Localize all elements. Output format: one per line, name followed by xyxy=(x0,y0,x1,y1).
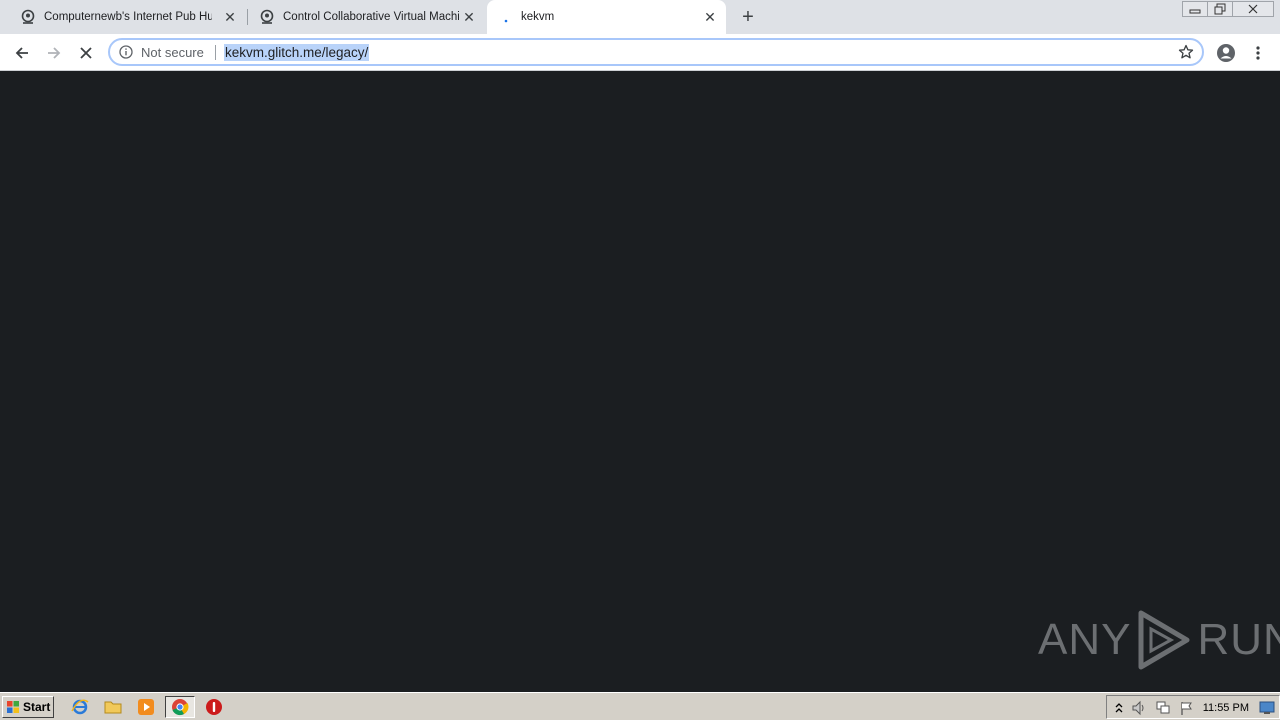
security-app-button[interactable] xyxy=(204,697,224,717)
close-window-button[interactable] xyxy=(1232,1,1274,17)
chrome-taskbar-button[interactable] xyxy=(165,696,195,718)
chrome-icon xyxy=(172,699,189,716)
forward-button[interactable] xyxy=(42,41,66,65)
stop-icon xyxy=(80,47,92,59)
volume-button[interactable] xyxy=(1131,700,1147,716)
close-tab-icon[interactable]: ✕ xyxy=(702,9,718,25)
start-label: Start xyxy=(23,700,51,714)
tab-kekvm[interactable]: kekvm ✕ xyxy=(487,0,726,34)
forward-arrow-icon xyxy=(48,47,61,59)
media-player-icon xyxy=(138,699,154,715)
file-explorer-button[interactable] xyxy=(103,697,123,717)
computernewb-icon xyxy=(21,9,35,24)
menu-button[interactable] xyxy=(1246,41,1270,65)
chevron-up-icon xyxy=(1115,703,1123,713)
bookmark-star-icon[interactable] xyxy=(1178,44,1194,60)
tab-control-vm[interactable]: Control Collaborative Virtual Machine ✕ xyxy=(253,0,485,34)
page-content xyxy=(0,72,1280,692)
watermark-right-text: RUN xyxy=(1197,615,1280,664)
computernewb-icon xyxy=(260,9,274,24)
desktop-icon xyxy=(1259,701,1275,714)
stop-loading-button[interactable] xyxy=(74,41,98,65)
back-arrow-icon xyxy=(15,47,28,59)
profile-button[interactable] xyxy=(1214,41,1238,65)
divider xyxy=(215,45,216,60)
anyrun-watermark: ANY RUN xyxy=(1038,608,1280,672)
start-button[interactable]: Start xyxy=(2,696,54,718)
new-tab-button[interactable]: + xyxy=(736,5,760,29)
internet-explorer-icon xyxy=(71,699,89,715)
info-icon[interactable] xyxy=(119,45,133,59)
close-tab-icon[interactable]: ✕ xyxy=(222,9,238,25)
tab-separator xyxy=(247,9,248,25)
address-bar[interactable]: Not secure kekvm.glitch.me/legacy/ xyxy=(108,38,1204,66)
window-controls xyxy=(1182,1,1274,17)
browser-toolbar: Not secure kekvm.glitch.me/legacy/ xyxy=(0,34,1280,71)
folder-icon xyxy=(104,701,122,714)
restore-button[interactable] xyxy=(1207,1,1233,17)
internet-explorer-button[interactable] xyxy=(70,697,90,717)
loading-spinner-icon xyxy=(504,19,508,23)
play-logo-icon xyxy=(1138,610,1190,670)
flag-icon xyxy=(1181,702,1192,715)
restore-icon xyxy=(1214,3,1226,15)
more-vertical-icon xyxy=(1256,46,1260,60)
tab-strip: Computernewb's Internet Pub Hub ✕ Contro… xyxy=(0,0,1280,34)
account-icon xyxy=(1217,44,1235,62)
media-player-button[interactable] xyxy=(136,697,156,717)
taskbar: Start 11:55 PM xyxy=(0,692,1280,720)
close-tab-icon[interactable]: ✕ xyxy=(461,9,477,25)
close-icon xyxy=(1248,4,1258,14)
tab-label: Computernewb's Internet Pub Hub xyxy=(44,11,212,23)
system-tray: 11:55 PM xyxy=(1106,695,1280,719)
tab-label: Control Collaborative Virtual Machine xyxy=(283,11,459,23)
back-button[interactable] xyxy=(10,41,34,65)
clock[interactable]: 11:55 PM xyxy=(1203,702,1249,714)
alert-shield-icon xyxy=(206,699,222,715)
show-desktop-button[interactable] xyxy=(1259,700,1275,716)
minimize-icon xyxy=(1189,9,1201,14)
url-text[interactable]: kekvm.glitch.me/legacy/ xyxy=(224,44,370,61)
network-button[interactable] xyxy=(1155,700,1171,716)
minimize-button[interactable] xyxy=(1182,1,1208,17)
tab-internet-pub-hub[interactable]: Computernewb's Internet Pub Hub ✕ xyxy=(14,0,246,34)
network-icon xyxy=(1156,701,1170,714)
show-hidden-icons-button[interactable] xyxy=(1111,700,1127,716)
windows-logo-icon xyxy=(7,701,19,713)
tab-label: kekvm xyxy=(521,11,555,23)
speaker-icon xyxy=(1132,700,1144,716)
watermark-left-text: ANY xyxy=(1038,615,1132,664)
security-status[interactable]: Not secure xyxy=(141,45,204,60)
action-center-button[interactable] xyxy=(1179,700,1195,716)
